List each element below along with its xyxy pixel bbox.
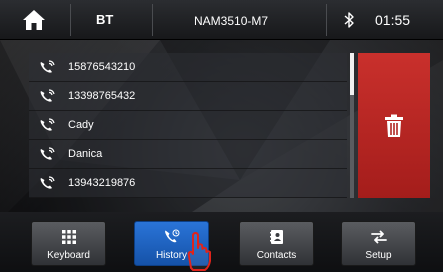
list-item-label: 13943219876 [68, 177, 136, 189]
tab-label: Keyboard [47, 250, 90, 261]
list-item-label: Danica [68, 148, 103, 160]
bottom-tab-bar: Keyboard History Contacts Setup [0, 212, 443, 272]
tab-contacts[interactable]: Contacts [239, 221, 314, 266]
pointing-hand-cursor [187, 232, 211, 271]
tab-label: Contacts [256, 250, 297, 261]
home-icon[interactable] [22, 9, 46, 31]
list-item[interactable]: Cady [29, 111, 347, 140]
list-item[interactable]: 13943219876 [29, 169, 347, 198]
contacts-book-icon [269, 230, 283, 244]
phone-call-icon [40, 60, 55, 73]
bluetooth-icon [344, 12, 354, 28]
list-item[interactable]: 13398765432 [29, 82, 347, 111]
tab-setup[interactable]: Setup [341, 221, 416, 266]
topbar-divider [152, 4, 153, 36]
top-status-bar: BT NAM3510-M7 01:55 [0, 0, 443, 40]
phone-call-icon [40, 89, 55, 102]
list-item[interactable]: 15876543210 [29, 53, 347, 82]
delete-button[interactable] [358, 53, 430, 198]
phone-call-icon [40, 176, 55, 189]
call-history-icon [164, 229, 179, 243]
topbar-divider [326, 4, 327, 36]
transfer-arrows-icon [370, 230, 387, 244]
keypad-icon [61, 230, 76, 244]
scrollbar-thumb[interactable] [350, 53, 354, 95]
source-label: BT [96, 12, 114, 27]
clock: 01:55 [375, 12, 411, 28]
list-item-label: 15876543210 [68, 61, 136, 73]
device-name: NAM3510-M7 [194, 14, 269, 28]
trash-icon [385, 114, 403, 137]
list-item-label: 13398765432 [68, 90, 136, 102]
tab-keyboard[interactable]: Keyboard [31, 221, 106, 266]
head-unit-screen: BT NAM3510-M7 01:55 15876543210 13398765… [0, 0, 443, 272]
call-history-list: 15876543210 13398765432 Cady Danica 1394… [29, 53, 347, 198]
list-item[interactable]: Danica [29, 140, 347, 169]
tab-label: Setup [365, 250, 392, 261]
list-item-label: Cady [68, 119, 94, 131]
phone-call-icon [40, 147, 55, 160]
topbar-divider [70, 4, 71, 36]
phone-call-icon [40, 118, 55, 131]
